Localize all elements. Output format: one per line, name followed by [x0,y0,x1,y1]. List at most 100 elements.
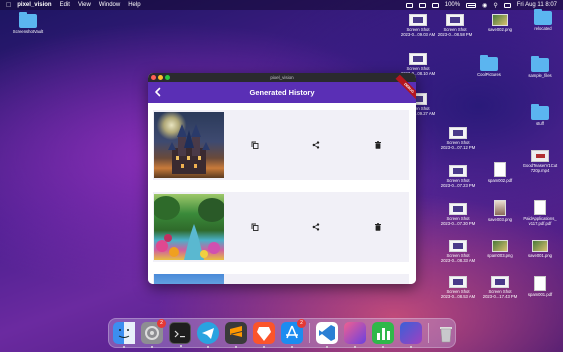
image-icon [492,240,508,252]
screenshot-icon [449,203,467,215]
history-item [153,192,409,262]
desktop-icon-label: sample_files [528,73,552,78]
desktop-icon-screenshotvault[interactable]: ScreenshotVault [6,12,50,34]
desktop-icon-label: GoodTeaserV1Cut 720p.mp4 [522,163,558,173]
share-icon[interactable] [311,222,321,232]
garden-image[interactable] [154,194,224,260]
desktop-icon-save002[interactable]: save002.png [478,14,522,32]
desktop-icon-label: Screen Shot 2023-0...08.33 AM [440,253,476,263]
system-settings-icon[interactable]: 2 [141,319,166,348]
castle-image[interactable] [154,112,224,178]
status-icon[interactable] [431,2,439,8]
screenshot-icon [409,14,427,26]
desktop-icon-paidapplications[interactable]: PaidApplications_ v117.pdf.pdf [518,200,562,226]
terminal-icon[interactable] [169,322,191,347]
desktop-icon-label: save003.png [488,217,512,222]
desktop-icon-sample-files[interactable]: sample_files [518,56,562,78]
control-center-icon[interactable] [503,2,511,8]
image-icon [492,14,508,26]
brave-icon[interactable] [253,322,275,348]
item-actions [224,222,409,232]
history-list[interactable] [148,103,416,284]
pdf-icon [534,276,546,291]
app-store-icon[interactable]: 2 [281,319,306,348]
history-item [153,110,409,180]
desktop-icon-spam002[interactable]: spam002.pdf [478,162,522,183]
copy-icon[interactable] [250,222,260,232]
battery-percent: 100% [444,2,461,8]
desktop-icon-coolpictures[interactable]: CoolPictures [467,55,511,77]
desktop-icon-screenshot[interactable]: Screen Shot 2023-0...07.12 PM [436,127,480,150]
clock[interactable]: Fri Aug 11 8:07 [517,2,557,8]
trash-icon[interactable] [435,322,457,344]
back-arrow-icon[interactable] [152,86,164,98]
screenshot-icon [409,53,427,65]
telegram-icon[interactable] [197,322,219,348]
folder-icon [531,56,549,72]
desktop-icon-screenshot[interactable]: Screen Shot 2023-0...08.33 AM [436,240,480,263]
desktop-icon-label: relocated [534,26,552,31]
menu-app-name[interactable]: pixel_vision [17,2,51,8]
arc-icon[interactable] [344,322,366,348]
status-icon[interactable] [405,2,413,8]
finder-icon[interactable] [113,322,135,348]
menu-item-window[interactable]: Window [99,2,120,8]
pixel-vision-icon[interactable] [400,322,422,348]
wifi-icon[interactable]: ◉ [482,2,487,9]
menu-item-edit[interactable]: Edit [60,2,70,8]
vscode-icon[interactable] [316,322,338,348]
sky-image[interactable] [154,274,224,284]
numbers-icon[interactable] [372,322,394,348]
delete-icon[interactable] [373,222,383,232]
folder-icon [534,9,552,25]
menu-item-help[interactable]: Help [128,2,140,8]
desktop-icon-spam003[interactable]: spam003.png [478,240,522,258]
app-bar: Generated History DEBUG [148,74,416,103]
desktop-icon-video[interactable]: GoodTeaserV1Cut 720p.mp4 [518,150,562,173]
menu-item-view[interactable]: View [78,2,91,8]
desktop-icon-stuff[interactable]: stuff [518,104,562,126]
desktop-icon-save001[interactable]: save001.png [518,240,562,258]
desktop-icon-spam001[interactable]: spam001.pdf [518,276,562,297]
desktop-icon-label: CoolPictures [477,72,501,77]
folder-icon [531,104,549,120]
share-icon[interactable] [311,140,321,150]
window-title: pixel_vision [270,75,294,80]
status-icon[interactable] [418,2,426,8]
pdf-icon [534,200,546,215]
desktop-icon-screenshot[interactable]: Screen Shot 2023-0...07.23 PM [436,165,480,188]
copy-icon[interactable] [250,140,260,150]
screenshot-icon [449,276,467,288]
menu-bar:  pixel_vision Edit View Window Help 100… [0,0,563,10]
screenshot-icon [491,276,509,288]
page-title: Generated History [249,88,315,97]
screenshot-icon [449,240,467,252]
sublime-text-icon[interactable] [225,322,247,348]
desktop-icon-label: Screen Shot 2023-0...07.30 PM [440,216,476,226]
desktop-icon-screenshot[interactable]: Screen Shot 2023-0...08.53 AM [436,276,480,299]
folder-icon [480,55,498,71]
desktop-icon-screenshot[interactable]: Screen Shot 2023-0...08.58 PM [433,14,477,37]
delete-icon[interactable] [373,140,383,150]
desktop-icon-screenshot[interactable]: Screen Shot 2023-0...07.30 PM [436,203,480,226]
desktop-icon-save003[interactable]: save003.png [478,200,522,222]
desktop-icon-screenshot[interactable]: Screen Shot 2023-0...17.43 PM [478,276,522,299]
screenshot-icon [449,165,467,177]
dock-separator [428,323,429,343]
castle-illustration [168,124,210,174]
desktop-icon-label: save002.png [488,27,512,32]
desktop-icon-label: PaidApplications_ v117.pdf.pdf [523,216,557,226]
notification-badge: 2 [157,319,166,328]
history-item [153,274,409,284]
desktop-icon-relocated[interactable]: relocated [521,9,563,31]
dock: 2 2 [108,318,456,348]
desktop-icon-label: Screen Shot 2023-0...08.58 PM [437,27,473,37]
window-titlebar[interactable]: pixel_vision [148,73,416,82]
item-actions [224,140,409,150]
desktop-icon-label: stuff [536,121,544,126]
apple-menu-icon[interactable]:  [6,2,11,9]
screenshot-icon [449,127,467,139]
search-icon[interactable]: ⚲ [493,2,497,9]
image-icon [494,200,506,216]
battery-icon[interactable] [466,2,477,8]
